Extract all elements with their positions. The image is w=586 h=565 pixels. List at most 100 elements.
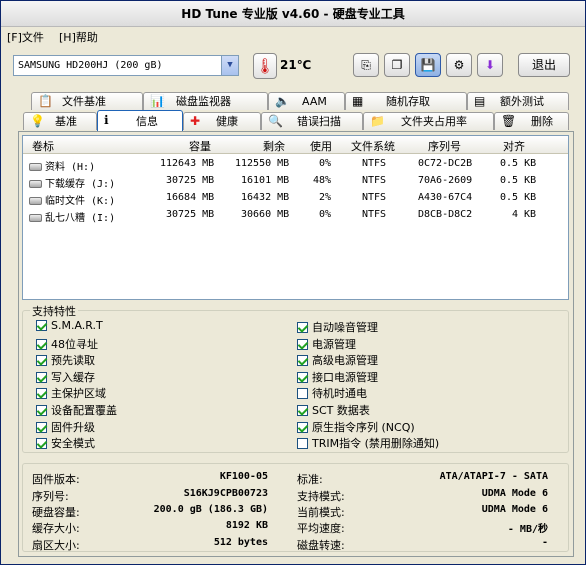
feature-security-mode[interactable]: 安全模式: [36, 435, 95, 451]
feature-power-management[interactable]: 电源管理: [297, 336, 356, 352]
checkbox-checked[interactable]: [36, 405, 47, 416]
feature-aam[interactable]: 自动噪音管理: [297, 319, 378, 335]
partition-list-header: 卷标 容量 剩余 使用 文件系统 序列号 对齐: [23, 136, 568, 154]
checkbox-checked[interactable]: [36, 355, 47, 366]
info-label: 支持模式:: [297, 490, 345, 503]
feature-hpa[interactable]: 主保护区域: [36, 385, 106, 401]
tab-erase[interactable]: 🗑 删除: [494, 112, 569, 130]
toolbar: SAMSUNG HD200HJ (200 gB) ▼ 🌡 21℃ ⎘ ❐ 💾 ⚙…: [1, 47, 585, 85]
speaker-icon: 🔈: [275, 94, 290, 108]
feature-interface-power[interactable]: 接口电源管理: [297, 369, 378, 385]
tab-benchmark[interactable]: 💡 基准: [23, 112, 97, 130]
feature-trim[interactable]: TRIM指令 (禁用删除通知): [297, 435, 439, 451]
checkbox-checked[interactable]: [36, 339, 47, 350]
extra-tests-icon: ▤: [474, 94, 486, 108]
column-header[interactable]: 文件系统: [351, 138, 395, 154]
thermometer-icon: 🌡: [253, 53, 277, 79]
drive-select[interactable]: SAMSUNG HD200HJ (200 gB) ▼: [13, 55, 239, 76]
info-label: 固件版本:: [32, 473, 80, 486]
checkbox-unchecked[interactable]: [297, 388, 308, 399]
firmware-value: KF100-05: [219, 471, 268, 482]
average-speed-value: - MB/秒: [507, 524, 548, 535]
checkbox-checked[interactable]: [297, 405, 308, 416]
copy-icon: ⎘: [361, 58, 371, 72]
feature-firmware-upgrade[interactable]: 固件升级: [36, 419, 95, 435]
checkbox-checked[interactable]: [36, 422, 47, 433]
download-arrow-icon: ⬇: [484, 58, 496, 72]
drive-info-box: 固件版本: KF100-05 序列号: S16KJ9CPB00723 硬盘容量:…: [22, 463, 569, 552]
options-icon: ⚙: [453, 58, 465, 72]
magnifier-icon: 🔍: [268, 114, 283, 128]
tab-aam[interactable]: 🔈 AAM: [268, 92, 345, 110]
table-row[interactable]: 下载缓存 (J:) 30725 MB 16101 MB 48% NTFS 70A…: [23, 173, 568, 190]
feature-write-cache[interactable]: 写入缓存: [36, 369, 95, 385]
info-panel: 卷标 容量 剩余 使用 文件系统 序列号 对齐 资料 (H:) 112643 M…: [18, 131, 574, 557]
feature-power-up-standby[interactable]: 待机时通电: [297, 385, 367, 401]
column-header[interactable]: 容量: [189, 138, 211, 154]
rotation-speed-value: -: [541, 537, 548, 548]
features-title: 支持特性: [30, 303, 78, 319]
chevron-down-icon[interactable]: ▼: [221, 56, 238, 75]
save-button[interactable]: 💾: [415, 53, 441, 77]
options-button[interactable]: ⚙: [446, 53, 472, 77]
info-label: 平均速度:: [297, 522, 345, 535]
feature-dco[interactable]: 设备配置覆盖: [36, 402, 117, 418]
save-icon: 💾: [420, 58, 436, 72]
checkbox-checked[interactable]: [36, 372, 47, 383]
tab-file-benchmark[interactable]: 📋 文件基准: [31, 92, 143, 110]
file-benchmark-icon: 📋: [38, 94, 53, 108]
partition-list[interactable]: 卷标 容量 剩余 使用 文件系统 序列号 对齐 资料 (H:) 112643 M…: [22, 135, 569, 300]
checkbox-checked[interactable]: [297, 372, 308, 383]
copy-info-button[interactable]: ⎘: [353, 53, 379, 77]
column-header[interactable]: 使用: [310, 138, 332, 154]
info-label: 磁盘转速:: [297, 539, 345, 552]
capacity-value: 200.0 gB (186.3 GB): [153, 504, 268, 515]
feature-sct[interactable]: SCT 数据表: [297, 402, 370, 418]
info-label: 当前模式:: [297, 506, 345, 519]
features-group: 支持特性 S.M.A.R.T 48位寻址 预先读取 写入缓存 主保护区域 设备配…: [22, 303, 569, 453]
tab-folder-usage[interactable]: 📁 文件夹占用率: [363, 112, 494, 130]
temperature-value: 21℃: [280, 58, 312, 72]
column-header[interactable]: 卷标: [32, 138, 54, 154]
feature-ncq[interactable]: 原生指令序列 (NCQ): [297, 419, 415, 435]
checkbox-checked[interactable]: [297, 339, 308, 350]
feature-read-ahead[interactable]: 预先读取: [36, 352, 95, 368]
tab-disk-monitor[interactable]: 📊 磁盘监视器: [143, 92, 268, 110]
table-row[interactable]: 资料 (H:) 112643 MB 112550 MB 0% NTFS 0C72…: [23, 156, 568, 173]
download-button[interactable]: ⬇: [477, 53, 503, 77]
checkbox-checked[interactable]: [297, 322, 308, 333]
tab-health[interactable]: ✚ 健康: [183, 112, 261, 130]
title-bar: HD Tune 专业版 v4.60 - 硬盘专业工具: [1, 1, 585, 27]
copy-all-icon: ❐: [391, 58, 403, 72]
tab-random-access[interactable]: ▦ 随机存取: [345, 92, 467, 110]
copy-all-button[interactable]: ❐: [384, 53, 410, 77]
info-label: 扇区大小:: [32, 539, 80, 552]
checkbox-checked[interactable]: [297, 355, 308, 366]
table-row[interactable]: 乱七八糟 (I:) 30725 MB 30660 MB 0% NTFS D8CB…: [23, 207, 568, 224]
tab-error-scan[interactable]: 🔍 错误扫描: [261, 112, 363, 130]
info-label: 序列号:: [32, 490, 69, 503]
feature-smart[interactable]: S.M.A.R.T: [36, 319, 103, 332]
serial-value: S16KJ9CPB00723: [183, 488, 268, 499]
column-header[interactable]: 序列号: [428, 138, 461, 154]
checkbox-checked[interactable]: [297, 422, 308, 433]
table-row[interactable]: 临时文件 (K:) 16684 MB 16432 MB 2% NTFS A430…: [23, 190, 568, 207]
info-label: 缓存大小:: [32, 522, 80, 535]
info-label: 硬盘容量:: [32, 506, 80, 519]
supported-mode-value: UDMA Mode 6: [481, 488, 548, 499]
feature-48bit[interactable]: 48位寻址: [36, 336, 98, 352]
column-header[interactable]: 剩余: [263, 138, 285, 154]
exit-button[interactable]: 退出: [518, 53, 570, 77]
checkbox-checked[interactable]: [36, 438, 47, 449]
checkbox-unchecked[interactable]: [297, 438, 308, 449]
menu-help[interactable]: [H]帮助: [59, 29, 98, 45]
column-header[interactable]: 对齐: [503, 138, 525, 154]
tab-info[interactable]: ℹ 信息: [97, 110, 183, 131]
checkbox-checked[interactable]: [36, 388, 47, 399]
trash-icon: 🗑: [501, 114, 517, 128]
tab-extra-tests[interactable]: ▤ 额外测试: [467, 92, 569, 110]
menu-file[interactable]: [F]文件: [7, 29, 44, 45]
feature-apm[interactable]: 高级电源管理: [297, 352, 378, 368]
disk-monitor-icon: 📊: [150, 94, 165, 108]
checkbox-checked[interactable]: [36, 320, 47, 331]
